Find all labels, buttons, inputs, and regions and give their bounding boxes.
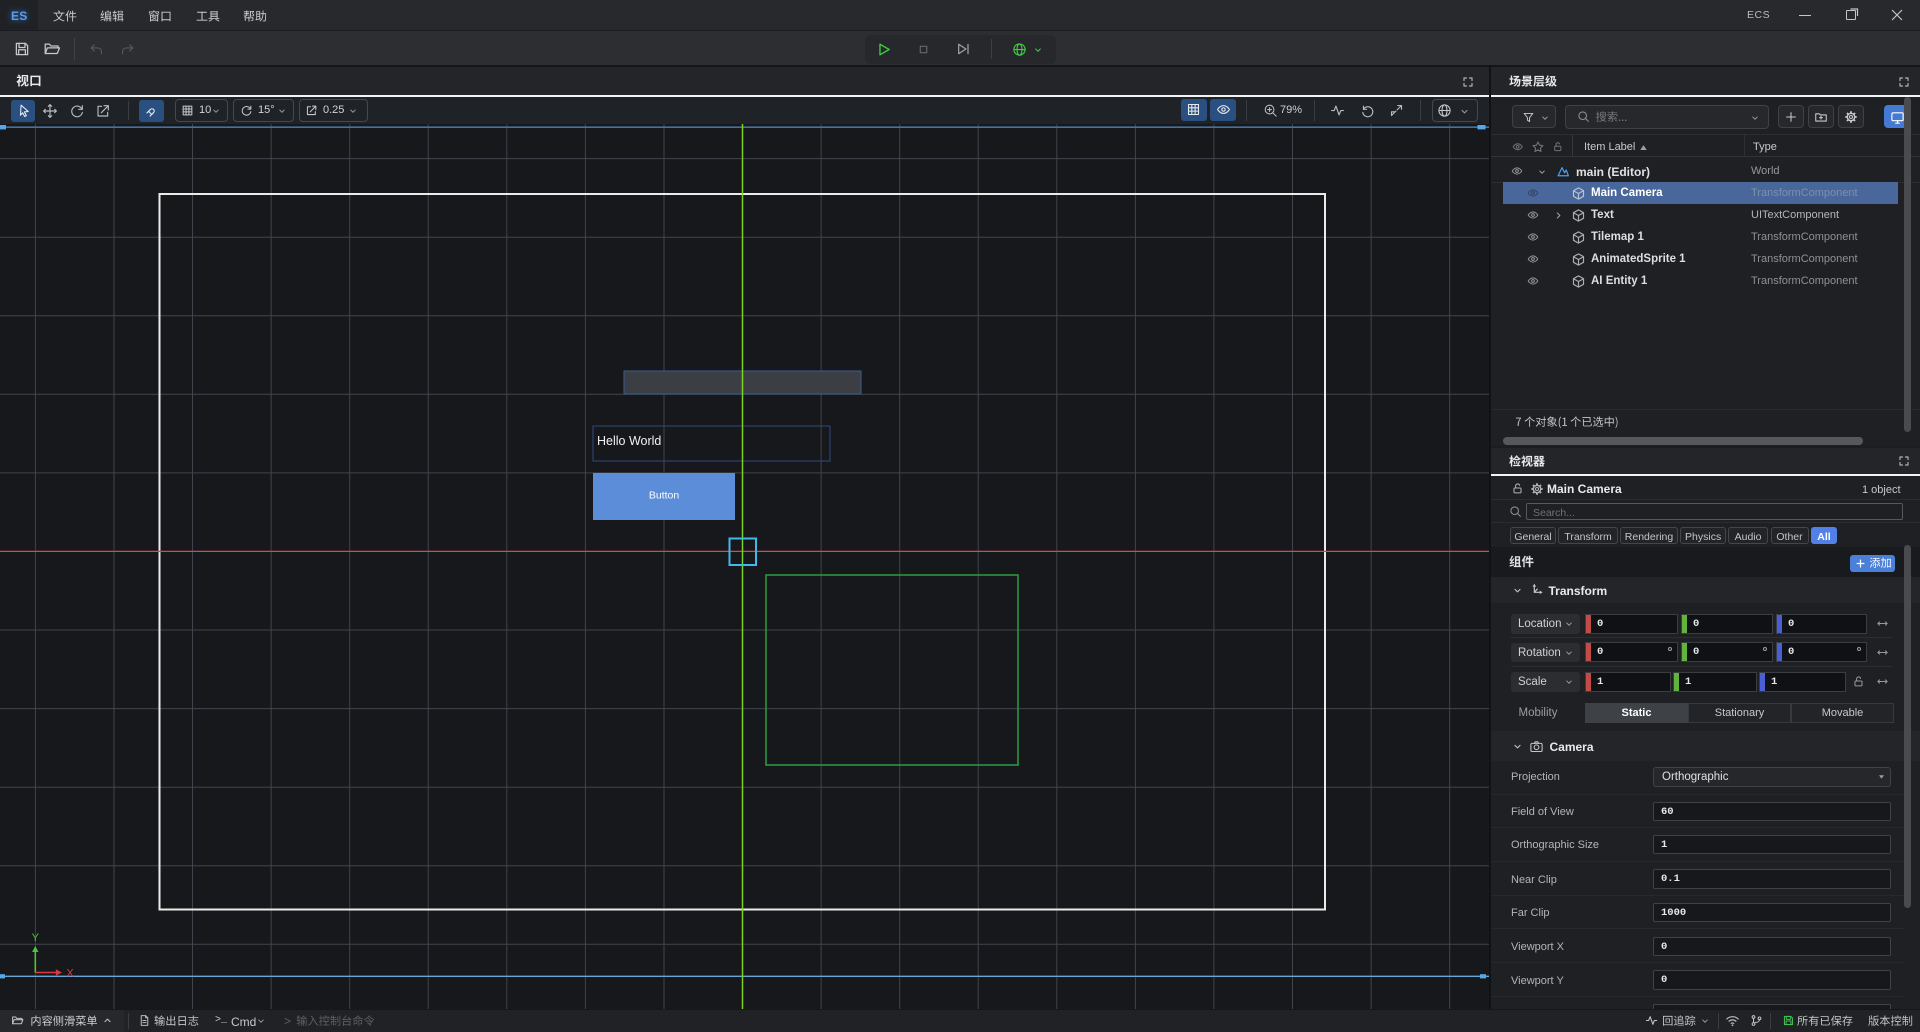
svg-text:Y: Y (32, 932, 40, 944)
svg-text:X: X (66, 968, 74, 980)
svg-text:Button: Button (649, 490, 680, 502)
svg-text:Hello World: Hello World (597, 434, 661, 448)
